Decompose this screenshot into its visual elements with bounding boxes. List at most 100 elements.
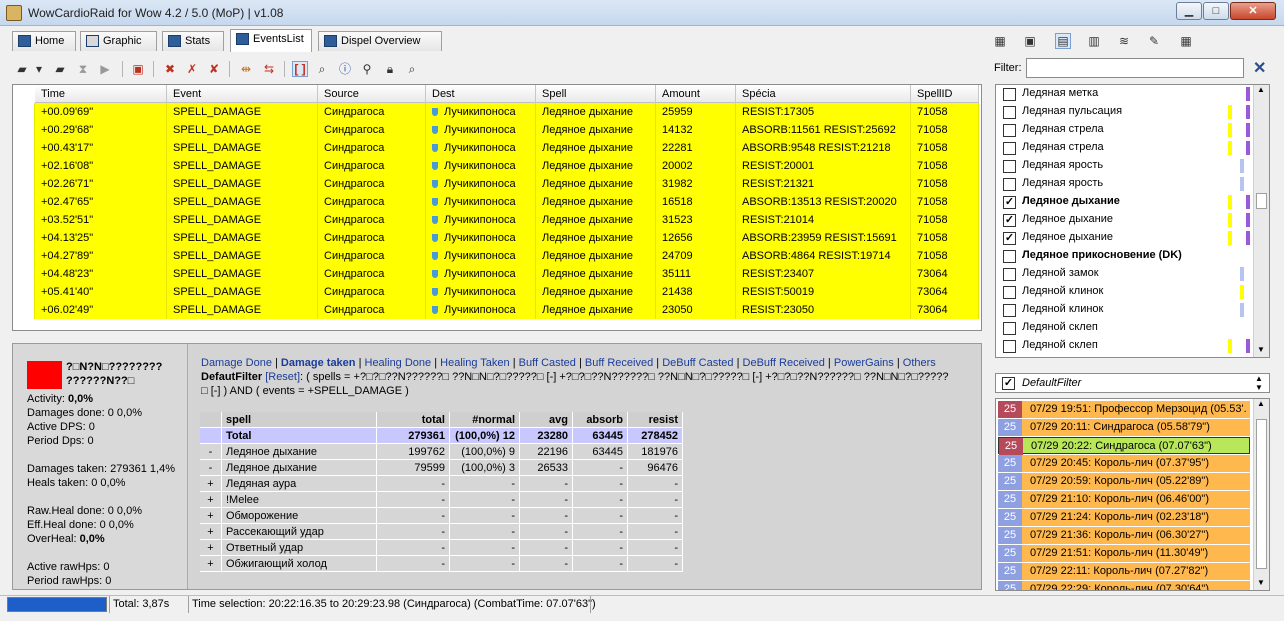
list-item[interactable]: Ледяная стрела xyxy=(996,121,1252,139)
panel-icon-7[interactable]: ▦ xyxy=(1178,33,1194,49)
fight-item[interactable]: 25 07/29 20:45: Король-лич (07.37'95") xyxy=(998,455,1250,472)
table-row[interactable]: +02.26'71" SPELL_DAMAGE Синдрагоса Лучикипо… xyxy=(13,175,981,193)
swap-icon[interactable]: ⇆ xyxy=(261,61,277,77)
table-row[interactable]: +05.41'40" SPELL_DAMAGE Синдрагоса Лучикипо… xyxy=(13,283,981,301)
tab-eventslist[interactable]: EventsList xyxy=(230,29,312,52)
list-item[interactable]: Ледяная пульсация xyxy=(996,103,1252,121)
table-row[interactable]: +00.29'68" SPELL_DAMAGE Синдрагоса Лучикипо… xyxy=(13,121,981,139)
spell-checkbox[interactable]: ✓ xyxy=(1003,214,1016,227)
spell-checkbox[interactable]: ✓ xyxy=(1003,232,1016,245)
list-item[interactable]: Ледяной клинок xyxy=(996,301,1252,319)
column-header[interactable]: Event xyxy=(167,85,318,103)
column-header[interactable]: Dest xyxy=(426,85,536,103)
spell-checkbox[interactable] xyxy=(1003,124,1016,137)
expand-toggle[interactable]: - xyxy=(200,460,222,476)
expand-toggle[interactable]: + xyxy=(200,540,222,556)
scroll-down-icon[interactable]: ▼ xyxy=(1257,345,1265,354)
column-header[interactable]: Spell xyxy=(536,85,656,103)
detail-link[interactable]: Damage taken xyxy=(281,357,356,369)
fight-item[interactable]: 25 07/29 22:11: Король-лич (07.27'82") xyxy=(998,563,1250,580)
brackets-icon[interactable]: [ ] xyxy=(292,61,308,77)
column-header[interactable]: Source xyxy=(318,85,426,103)
tab-stats[interactable]: Stats xyxy=(162,31,224,51)
fight-item[interactable]: 25 07/29 19:51: Профессор Мерзоцид (05.53… xyxy=(998,401,1250,418)
detail-link[interactable]: DeBuff Casted xyxy=(662,357,733,369)
remove-source-icon[interactable]: ✗ xyxy=(184,61,200,77)
spell-list[interactable]: Ледяная метка Ледяная пульсация Ледяная ст… xyxy=(995,84,1270,358)
detail-link[interactable]: Others xyxy=(903,357,936,369)
dropdown-arrow-icon[interactable]: ▾ xyxy=(34,61,44,77)
detail-column-header[interactable]: spell xyxy=(222,412,377,428)
panel-icon-6[interactable]: ✎ xyxy=(1146,33,1162,49)
list-item[interactable]: ✓ Ледяное дыхание xyxy=(996,193,1252,211)
remove-dest-icon[interactable]: ✘ xyxy=(206,61,222,77)
list-item[interactable]: Ледяная стрела xyxy=(996,139,1252,157)
expand-toggle[interactable]: + xyxy=(200,476,222,492)
list-item[interactable]: ✓ Ледяное дыхание xyxy=(996,229,1252,247)
list-item[interactable]: Ледяной склеп xyxy=(996,337,1252,355)
table-row[interactable]: +04.27'89" SPELL_DAMAGE Синдрагоса Лучикипо… xyxy=(13,247,981,265)
detail-column-header[interactable]: absorb xyxy=(573,412,628,428)
minimize-button[interactable]: ▁ xyxy=(1176,2,1202,20)
fight-item[interactable]: 25 07/29 20:59: Король-лич (05.22'89") xyxy=(998,473,1250,490)
fight-item[interactable]: 25 07/29 20:11: Синдрагоса (05.58'79") xyxy=(998,419,1250,436)
detail-link[interactable]: Buff Received xyxy=(585,357,653,369)
detail-column-header[interactable]: resist xyxy=(628,412,683,428)
fight-item[interactable]: 25 07/29 21:10: Король-лич (06.46'00") xyxy=(998,491,1250,508)
events-grid[interactable]: Time Event Source Dest Spell Amount Spécia Spel… xyxy=(12,84,982,331)
detail-row[interactable]: + !Melee - - - - - xyxy=(200,492,683,508)
maximize-button[interactable]: □ xyxy=(1203,2,1229,20)
scroll-thumb[interactable] xyxy=(1256,419,1267,569)
expand-toggle[interactable]: + xyxy=(200,508,222,524)
tab-dispel-overview[interactable]: Dispel Overview xyxy=(318,31,442,51)
zoom-icon[interactable]: ⌕ xyxy=(314,61,330,77)
expand-toggle[interactable] xyxy=(200,428,222,444)
save-icon[interactable]: ▰ xyxy=(14,61,30,77)
tab-home[interactable]: Home xyxy=(12,31,76,51)
fight-item[interactable]: 25 07/29 22:29: Король-лич (07.30'64") xyxy=(998,581,1250,590)
spell-checkbox[interactable] xyxy=(1003,268,1016,281)
spell-checkbox[interactable] xyxy=(1003,88,1016,101)
spell-checkbox[interactable] xyxy=(1003,142,1016,155)
filter-input[interactable] xyxy=(1026,58,1244,78)
detail-column-header[interactable]: avg xyxy=(520,412,573,428)
save-as-icon[interactable]: ▰ xyxy=(52,61,68,77)
fight-list[interactable]: 25 07/29 19:51: Профессор Мерзоцид (05.53… xyxy=(995,398,1270,591)
panel-icon-1[interactable]: ▦ xyxy=(992,33,1008,49)
column-header[interactable]: Spécia xyxy=(736,85,911,103)
table-row[interactable]: +02.16'08" SPELL_DAMAGE Синдрагоса Лучикипо… xyxy=(13,157,981,175)
panel-icon-5[interactable]: ≋ xyxy=(1116,33,1132,49)
default-filter-row[interactable]: ✓ DefaultFilter ▲ ▼ xyxy=(995,373,1270,393)
info-icon[interactable]: ⓘ xyxy=(337,61,353,77)
lock-icon[interactable]: 🔒︎ xyxy=(382,61,398,77)
detail-link[interactable]: PowerGains xyxy=(834,357,894,369)
spell-checkbox[interactable] xyxy=(1003,160,1016,173)
spell-checkbox[interactable] xyxy=(1003,304,1016,317)
expand-toggle[interactable]: + xyxy=(200,524,222,540)
scroll-up-icon[interactable]: ▲ xyxy=(1257,85,1265,94)
detail-column-header[interactable]: #normal xyxy=(450,412,520,428)
detail-link[interactable]: DeBuff Received xyxy=(743,357,825,369)
list-item[interactable]: Ледяная ярость xyxy=(996,157,1252,175)
tab-graphic[interactable]: Graphic xyxy=(80,31,157,51)
clear-filter-icon[interactable]: ✖ xyxy=(162,61,178,77)
close-button[interactable]: ✕ xyxy=(1230,2,1276,20)
list-item[interactable]: Ледяной замок xyxy=(996,265,1252,283)
scroll-down-icon[interactable]: ▼ xyxy=(1257,578,1265,587)
table-row[interactable]: +02.47'65" SPELL_DAMAGE Синдрагоса Лучикипо… xyxy=(13,193,981,211)
expand-toggle[interactable]: + xyxy=(200,492,222,508)
fight-item[interactable]: 25 07/29 20:22: Синдрагоса (07.07'63") xyxy=(998,437,1250,455)
list-item[interactable]: Ледяной клинок xyxy=(996,283,1252,301)
spell-list-scrollbar[interactable]: ▲ ▼ xyxy=(1253,85,1269,357)
detail-link[interactable]: Healing Done xyxy=(365,357,432,369)
detail-row[interactable]: + Обжигающий холод - - - - - xyxy=(200,556,683,572)
table-row[interactable]: +04.13'25" SPELL_DAMAGE Синдрагоса Лучикипо… xyxy=(13,229,981,247)
spell-checkbox[interactable] xyxy=(1003,286,1016,299)
panel-icon-3[interactable]: ▤ xyxy=(1055,33,1071,49)
fight-item[interactable]: 25 07/29 21:24: Король-лич (02.23'18") xyxy=(998,509,1250,526)
search-user-icon[interactable]: ⚲ xyxy=(359,61,375,77)
spell-checkbox[interactable] xyxy=(1003,340,1016,353)
table-row[interactable]: +04.48'23" SPELL_DAMAGE Синдрагоса Лучикипо… xyxy=(13,265,981,283)
default-filter-spinner[interactable]: ▲ ▼ xyxy=(1255,374,1263,392)
fight-item[interactable]: 25 07/29 21:51: Король-лич (11.30'49") xyxy=(998,545,1250,562)
